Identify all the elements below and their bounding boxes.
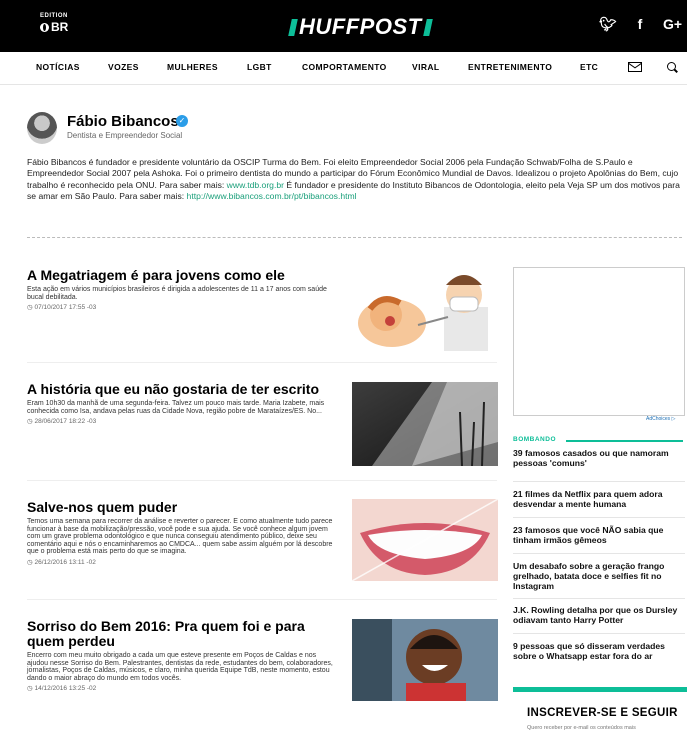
subscribe-title: INSCREVER-SE E SEGUIR — [527, 707, 678, 719]
edition-code: BR — [51, 20, 69, 34]
trending-separator — [513, 481, 685, 482]
huffpost-logo[interactable]: HUFFPOST — [287, 14, 434, 40]
article-separator — [27, 362, 497, 363]
article-title[interactable]: A história que eu não gostaria de ter es… — [27, 382, 337, 397]
trending-item[interactable]: J.K. Rowling detalha por que os Dursley … — [513, 605, 685, 625]
article-summary: Eram 10h30 da manhã de uma segunda-feira… — [27, 400, 325, 415]
bio-link-bibancos[interactable]: http://www.bibancos.com.br/pt/bibancos.h… — [187, 191, 357, 201]
article-separator — [27, 599, 497, 600]
top-bar: EDITION BR HUFFPOST 🐦︎ f G+ — [0, 0, 687, 52]
nav-item-lgbt[interactable]: LGBT — [247, 62, 272, 72]
trending-separator — [513, 553, 685, 554]
verified-icon: ✓ — [176, 115, 188, 127]
article-thumbnail-cartoon-dentist[interactable] — [352, 263, 498, 351]
divider — [27, 237, 682, 238]
main-nav: NOTÍCIAS VOZES MULHERES LGBT COMPORTAMEN… — [0, 52, 687, 85]
trending-item[interactable]: Um desabafo sobre a geração frango grelh… — [513, 561, 685, 591]
author-name: Fábio Bibancos — [67, 113, 179, 130]
article-title[interactable]: A Megatriagem é para jovens como ele — [27, 268, 337, 283]
trending-separator — [513, 517, 685, 518]
article-title[interactable]: Salve-nos quem puder — [27, 500, 337, 515]
article-thumbnail-smile[interactable] — [352, 499, 498, 581]
search-icon[interactable] — [667, 62, 676, 71]
nav-item-etc[interactable]: ETC — [580, 62, 598, 72]
twitter-icon[interactable]: 🐦︎ — [599, 16, 617, 33]
article-summary: Esta ação em vários municípios brasileir… — [27, 286, 327, 301]
globe-icon — [40, 22, 49, 32]
facebook-icon[interactable]: f — [631, 16, 649, 33]
google-plus-icon[interactable]: G+ — [663, 16, 682, 33]
edition-selector[interactable]: EDITION BR — [40, 13, 68, 33]
trending-label: BOMBANDO — [513, 436, 556, 443]
nav-item-entretenimento[interactable]: ENTRETENIMENTO — [468, 62, 552, 72]
logo-bar-left — [288, 18, 298, 36]
social-links: 🐦︎ f G+ — [599, 16, 682, 33]
trending-separator — [513, 633, 685, 634]
advertisement-box[interactable] — [513, 267, 685, 416]
article-separator — [27, 480, 497, 481]
subscribe-text: Quero receber por e-mail os conteúdos ma… — [527, 725, 636, 731]
bio-link-tdb[interactable]: www.tdb.org.br — [227, 180, 284, 190]
trending-underline — [566, 440, 683, 442]
logo-bar-right — [422, 18, 433, 36]
trending-item[interactable]: 21 filmes da Netflix para quem adora des… — [513, 489, 685, 509]
nav-item-viral[interactable]: VIRAL — [412, 62, 440, 72]
author-bio: Fábio Bibancos é fundador e presidente v… — [27, 157, 682, 203]
nav-item-vozes[interactable]: VOZES — [108, 62, 139, 72]
trending-item[interactable]: 39 famosos casados ou que namoram pessoa… — [513, 448, 685, 468]
logo-text: HUFFPOST — [299, 14, 422, 39]
trending-item[interactable]: 9 pessoas que só disseram verdades sobre… — [513, 641, 685, 661]
author-avatar — [27, 112, 57, 144]
adchoices-label[interactable]: AdChoices ▷ — [646, 416, 675, 422]
nav-item-comportamento[interactable]: COMPORTAMENTO — [302, 62, 387, 72]
trending-item[interactable]: 23 famosos que você NÃO sabia que tinham… — [513, 525, 685, 545]
article-thumbnail-smiling-boy[interactable] — [352, 619, 498, 701]
author-title: Dentista e Empreendedor Social — [67, 131, 183, 140]
article-summary: Temos uma semana para recorrer da anális… — [27, 518, 333, 556]
nav-item-mulheres[interactable]: MULHERES — [167, 62, 218, 72]
mail-icon[interactable] — [628, 62, 642, 72]
edition-label: EDITION — [40, 13, 68, 19]
nav-item-noticias[interactable]: NOTÍCIAS — [36, 62, 80, 72]
trending-separator — [513, 598, 685, 599]
article-thumbnail-light-trees[interactable] — [352, 382, 498, 466]
article-title[interactable]: Sorriso do Bem 2016: Pra quem foi e para… — [27, 619, 337, 649]
article-summary: Encerro com meu muito obrigado a cada um… — [27, 652, 333, 682]
